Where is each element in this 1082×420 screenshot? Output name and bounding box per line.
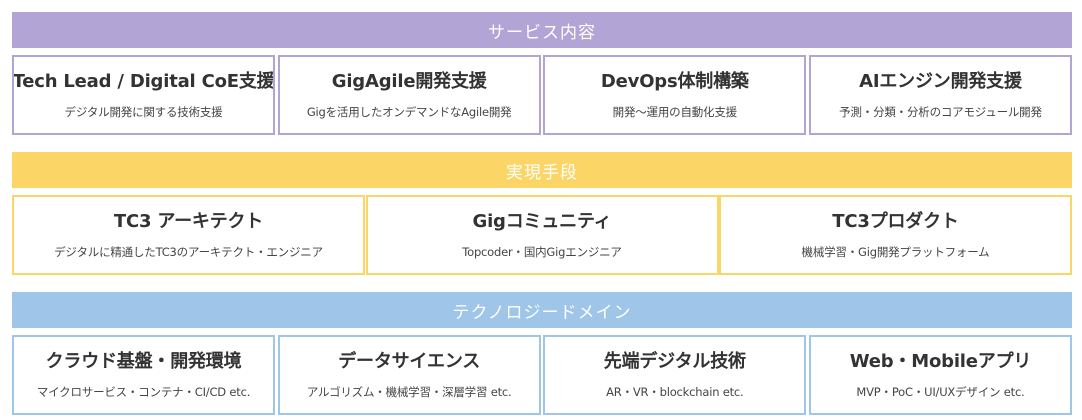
card-title: AIエンジン開発支援 (859, 71, 1022, 92)
card-title: TC3 アーキテクト (113, 211, 264, 232)
card-title: GigAgile開発支援 (331, 71, 487, 92)
card-subtitle: 機械学習・Gig開発プラットフォーム (801, 245, 990, 259)
card-title: クラウド基盤・開発環境 (45, 351, 242, 372)
card-title: Tech Lead / Digital CoE支援 (12, 71, 275, 92)
card-title: Gigコミュニティ (472, 211, 612, 232)
card-subtitle: Topcoder・国内Gigエンジニア (462, 245, 622, 259)
service-card: Tech Lead / Digital CoE支援 デジタル開発に関する技術支援 (12, 55, 275, 135)
card-subtitle: マイクロサービス・コンテナ・CI/CD etc. (36, 385, 251, 399)
card-subtitle: デジタルに精通したTC3のアーキテクト・エンジニア (54, 245, 323, 259)
card-title: TC3プロダクト (832, 211, 959, 232)
card-title: データサイエンス (338, 351, 481, 372)
card-subtitle: MVP・PoC・UI/UXデザイン etc. (856, 385, 1025, 399)
service-card: DevOps体制構築 開発〜運用の自動化支援 (543, 55, 807, 135)
card-subtitle: Gigを活用したオンデマンドなAgile開発 (306, 105, 512, 119)
card-subtitle: 予測・分類・分析のコアモジュール開発 (839, 105, 1042, 119)
tech-card: Web・Mobileアプリ MVP・PoC・UI/UXデザイン etc. (808, 335, 1072, 415)
card-subtitle: AR・VR・blockchain etc. (606, 385, 744, 399)
card-subtitle: デジタル開発に関する技術支援 (64, 105, 223, 119)
means-card: TC3 アーキテクト デジタルに精通したTC3のアーキテクト・エンジニア (12, 195, 365, 275)
card-subtitle: アルゴリズム・機械学習・深層学習 etc. (306, 385, 512, 399)
section-banner-services: サービス内容 (12, 12, 1072, 48)
section-row-services: Tech Lead / Digital CoE支援 デジタル開発に関する技術支援… (12, 55, 1072, 135)
section-row-tech-domain: クラウド基盤・開発環境 マイクロサービス・コンテナ・CI/CD etc. データ… (12, 335, 1072, 415)
service-card: GigAgile開発支援 Gigを活用したオンデマンドなAgile開発 (277, 55, 541, 135)
service-card: AIエンジン開発支援 予測・分類・分析のコアモジュール開発 (808, 55, 1072, 135)
section-row-means: TC3 アーキテクト デジタルに精通したTC3のアーキテクト・エンジニア Gig… (12, 195, 1072, 275)
card-title: Web・Mobileアプリ (849, 351, 1032, 372)
means-card: TC3プロダクト 機械学習・Gig開発プラットフォーム (719, 195, 1072, 275)
means-card: Gigコミュニティ Topcoder・国内Gigエンジニア (365, 195, 719, 275)
section-banner-tech-domain: テクノロジードメイン (12, 292, 1072, 328)
card-subtitle: 開発〜運用の自動化支援 (612, 105, 738, 119)
card-title: 先端デジタル技術 (603, 351, 746, 372)
tech-card: クラウド基盤・開発環境 マイクロサービス・コンテナ・CI/CD etc. (12, 335, 275, 415)
tech-card: 先端デジタル技術 AR・VR・blockchain etc. (543, 335, 807, 415)
card-title: DevOps体制構築 (600, 71, 749, 92)
tech-card: データサイエンス アルゴリズム・機械学習・深層学習 etc. (277, 335, 541, 415)
section-banner-means: 実現手段 (12, 152, 1072, 188)
